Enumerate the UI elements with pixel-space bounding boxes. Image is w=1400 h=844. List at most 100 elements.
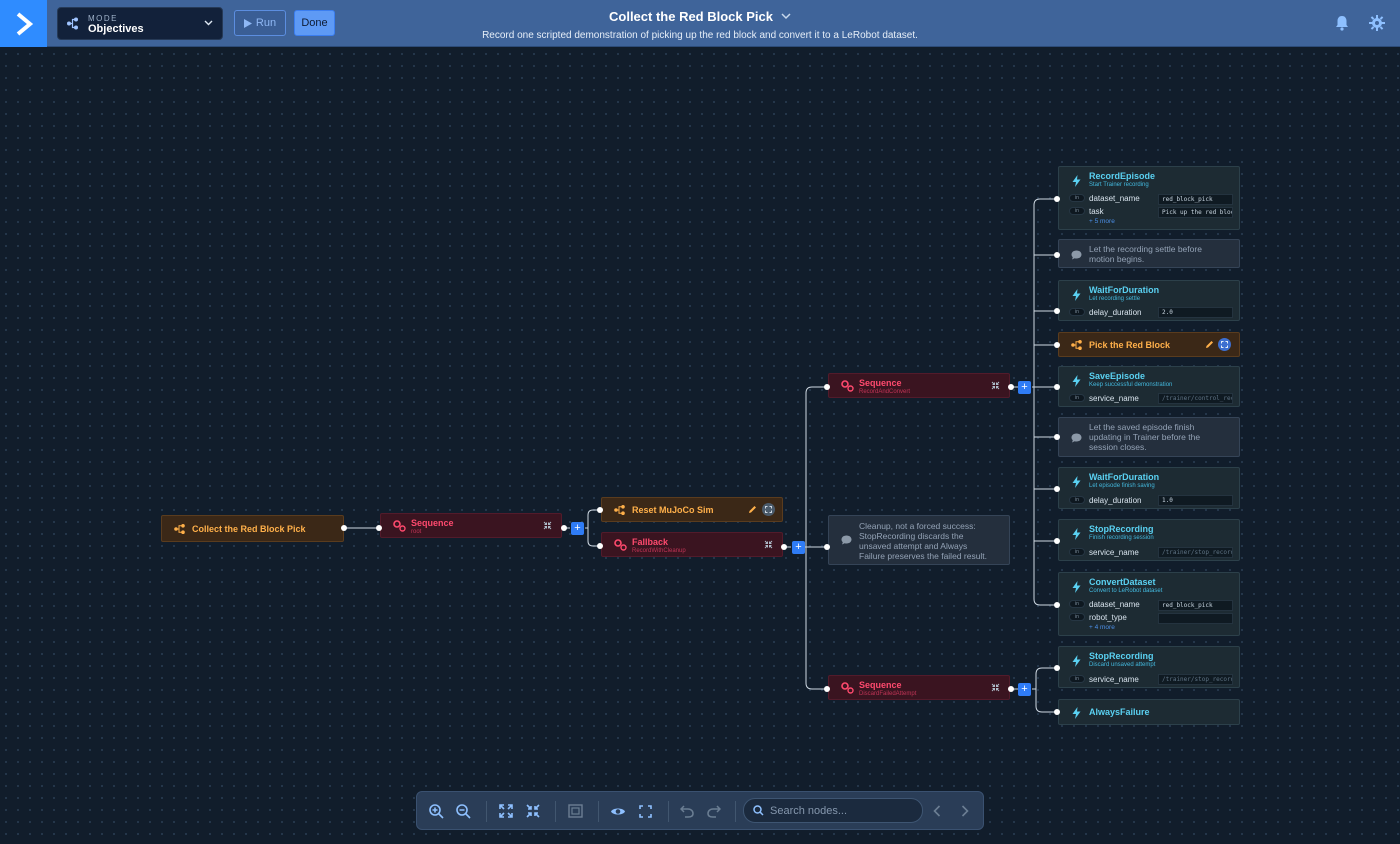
output-port[interactable] [781,544,787,550]
port-value-input[interactable]: /trainer/control_reco [1158,393,1233,404]
node-wait-for-duration-2[interactable]: WaitForDuration Let episode finish savin… [1058,467,1240,509]
comment-line: Let the recording settle before [1089,244,1202,254]
input-port[interactable] [1054,196,1060,202]
input-port[interactable] [1054,308,1060,314]
expand-subtree-button[interactable] [1218,338,1231,351]
toolbar-divider [735,801,736,822]
port-direction-tag: in [1069,308,1085,316]
input-port[interactable] [376,525,382,531]
collapse-icon[interactable] [991,683,1000,692]
title-chevron-down-icon[interactable] [781,13,791,20]
port-direction-tag: in [1069,600,1085,608]
port-value-input[interactable]: /trainer/stop_recordi [1158,674,1233,685]
node-record-episode[interactable]: RecordEpisode Start Trainer recording in… [1058,166,1240,230]
node-reset-mujoco-sim[interactable]: Reset MuJoCo Sim [601,497,783,522]
output-port[interactable] [561,525,567,531]
port-value-input[interactable]: red_block_pick [1158,194,1233,205]
output-port[interactable] [1008,686,1014,692]
zoom-out-button[interactable] [455,803,471,819]
pencil-icon[interactable] [1205,340,1214,349]
node-sequence-root[interactable]: Sequence root [380,513,562,538]
node-root-subtree[interactable]: Collect the Red Block Pick [161,515,344,542]
add-child-button[interactable]: + [1018,381,1031,394]
port-value-input[interactable]: 2.0 [1158,307,1233,318]
input-port[interactable] [1054,709,1060,715]
input-port[interactable] [824,384,830,390]
mode-select[interactable]: MODE Objectives [57,7,223,40]
input-port[interactable] [1054,252,1060,258]
done-button[interactable]: Done [294,10,335,36]
bell-icon[interactable] [1335,15,1349,31]
input-port[interactable] [597,507,603,513]
comment-line: motion begins. [1089,254,1145,264]
expand-subtree-button[interactable] [762,503,775,516]
node-stop-recording-2[interactable]: StopRecording Discard unsaved attempt in… [1058,646,1240,688]
node-sublabel: RecordWithCleanup [632,548,686,554]
comment-line: StopRecording discards the [859,531,964,541]
collapse-icon[interactable] [764,540,773,549]
node-pick-the-red-block[interactable]: Pick the Red Block [1058,332,1240,357]
more-ports-link[interactable]: + 4 more [1089,624,1115,631]
output-port[interactable] [341,525,347,531]
input-port[interactable] [1054,384,1060,390]
node-label: StopRecording [1089,524,1154,534]
collapse-icon[interactable] [543,521,552,530]
port-name: task [1089,207,1104,216]
tree-icon [67,17,78,30]
search-nodes-input[interactable] [743,798,923,823]
add-child-button[interactable]: + [571,522,584,535]
node-sequence-record-and-convert[interactable]: Sequence RecordAndConvert [828,373,1010,398]
redo-icon [707,804,721,818]
collapse-all-button[interactable] [525,803,541,819]
input-port[interactable] [824,544,830,550]
input-port[interactable] [824,686,830,692]
node-sublabel: RecordAndConvert [859,389,911,395]
node-convert-dataset[interactable]: ConvertDataset Convert to LeRobot datase… [1058,572,1240,636]
port-value-input[interactable]: Pick up the red block [1158,207,1233,218]
node-sequence-discard-failed-attempt[interactable]: Sequence DiscardFailedAttempt [828,675,1010,700]
port-name: service_name [1089,394,1139,403]
comment-cleanup[interactable]: Cleanup, not a forced success: StopRecor… [828,515,1010,565]
port-value-input[interactable]: 1.0 [1158,495,1233,506]
node-fallback[interactable]: Fallback RecordWithCleanup [601,532,783,557]
input-port[interactable] [597,543,603,549]
add-child-button[interactable]: + [1018,683,1031,696]
port-value-input[interactable]: /trainer/stop_recordi [1158,547,1233,558]
port-value-input[interactable]: red_block_pick [1158,600,1233,611]
zoom-in-button[interactable] [428,803,444,819]
fit-view-button[interactable] [567,803,583,819]
input-port[interactable] [1054,486,1060,492]
input-port[interactable] [1054,602,1060,608]
mode-caption: MODE [88,14,118,23]
gear-icon[interactable] [1369,15,1385,31]
redo-button[interactable] [706,803,722,819]
pencil-icon[interactable] [748,505,757,514]
input-port[interactable] [1054,665,1060,671]
input-port[interactable] [1054,434,1060,440]
chevron-right-icon [961,805,969,817]
node-save-episode[interactable]: SaveEpisode Keep successful demonstratio… [1058,366,1240,407]
search-icon [753,805,764,816]
comment-saved-episode[interactable]: Let the saved episode finish updating in… [1058,417,1240,457]
output-port[interactable] [1008,384,1014,390]
collapse-icon[interactable] [991,381,1000,390]
add-child-button[interactable]: + [792,541,805,554]
input-port[interactable] [1054,342,1060,348]
undo-button[interactable] [679,803,695,819]
more-ports-link[interactable]: + 5 more [1089,218,1115,225]
lightning-icon [1072,375,1081,387]
comment-recording-settle[interactable]: Let the recording settle before motion b… [1058,239,1240,268]
expand-all-button[interactable] [498,803,514,819]
next-match-button[interactable] [957,803,973,819]
app-logo[interactable] [0,0,47,47]
node-sublabel: Let episode finish saving [1089,483,1155,489]
node-wait-for-duration-1[interactable]: WaitForDuration Let recording settle in … [1058,280,1240,321]
toggle-visibility-button[interactable] [610,803,626,819]
node-always-failure[interactable]: AlwaysFailure [1058,699,1240,725]
run-button[interactable]: Run [234,10,286,36]
port-value-input[interactable] [1158,613,1233,624]
fullscreen-button[interactable] [637,803,653,819]
node-stop-recording-1[interactable]: StopRecording Finish recording session i… [1058,519,1240,561]
input-port[interactable] [1054,538,1060,544]
previous-match-button[interactable] [929,803,945,819]
